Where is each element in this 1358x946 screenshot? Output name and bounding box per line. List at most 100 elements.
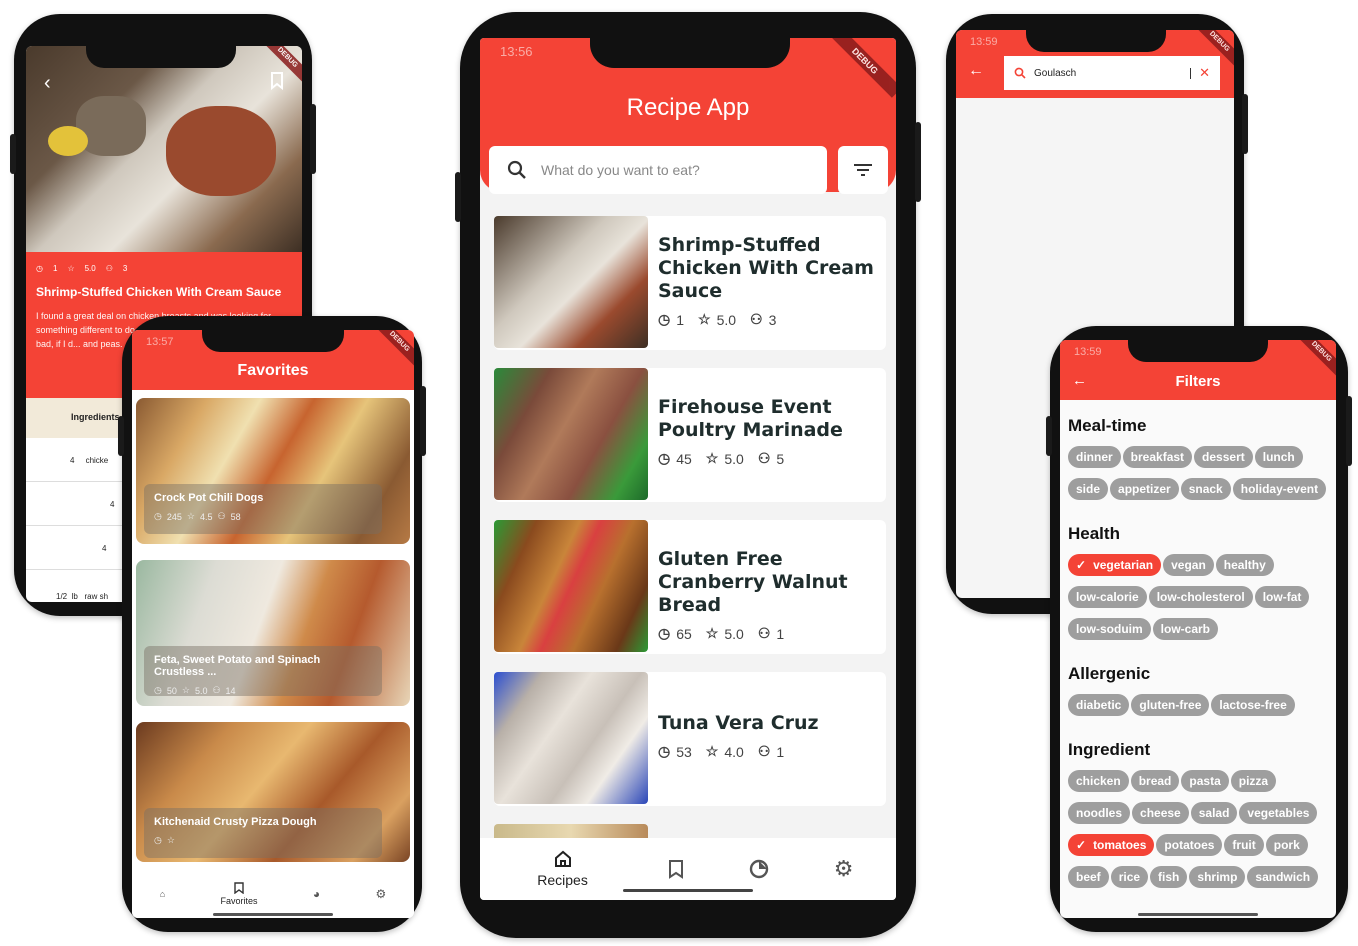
filter-chip[interactable]: low-soduim: [1068, 618, 1151, 640]
filter-button[interactable]: [838, 146, 888, 194]
chip-label: breakfast: [1130, 450, 1185, 464]
star-icon: ☆: [705, 450, 719, 466]
clear-icon[interactable]: ✕: [1199, 65, 1210, 81]
filter-chip[interactable]: diabetic: [1068, 694, 1130, 716]
filter-chip[interactable]: low-cholesterol: [1148, 586, 1253, 608]
servings-value: 1: [776, 625, 785, 642]
chip-label: cheese: [1140, 806, 1181, 820]
filter-chip[interactable]: low-carb: [1152, 618, 1219, 640]
filter-chip[interactable]: salad: [1190, 802, 1238, 824]
filter-chip[interactable]: dessert: [1194, 446, 1253, 468]
nav-recipes[interactable]: Recipes: [523, 850, 603, 888]
filter-chip[interactable]: dinner: [1068, 446, 1121, 468]
nav-bookmark-icon[interactable]: [668, 859, 684, 879]
rating-value: 5.0: [724, 625, 744, 642]
chip-label: vegan: [1171, 558, 1206, 572]
chip-label: salad: [1198, 806, 1230, 820]
filter-chip[interactable]: fruit: [1224, 834, 1264, 856]
clock-icon: ◷: [658, 450, 671, 466]
chip-label: appetizer: [1118, 482, 1171, 496]
filter-chip[interactable]: low-calorie: [1068, 586, 1147, 608]
chip-label: diabetic: [1076, 698, 1122, 712]
filter-chip[interactable]: pasta: [1181, 770, 1229, 792]
chip-group: diabetic gluten-free lactose-free: [1068, 694, 1330, 726]
filter-chip[interactable]: snack: [1180, 478, 1231, 500]
clock-icon: ◷: [154, 835, 162, 845]
search-input[interactable]: Goulasch: [1034, 67, 1192, 79]
chip-label: shrimp: [1197, 870, 1238, 884]
search-icon: [507, 160, 527, 180]
home-icon: [523, 850, 603, 868]
nav-settings-icon[interactable]: ⚙: [376, 887, 387, 901]
filter-chip[interactable]: noodles: [1068, 802, 1131, 824]
bookmark-icon: [221, 882, 258, 894]
favorite-card[interactable]: Crock Pot Chili Dogs ◷ 245 ☆ 4.5 ⚇ 58: [136, 398, 410, 544]
page-title: Favorites: [237, 362, 309, 379]
recipe-title: Shrimp-Stuffed Chicken With Cream Sauce: [658, 234, 874, 302]
filter-chip[interactable]: pizza: [1230, 770, 1277, 792]
filter-chip[interactable]: bread: [1130, 770, 1180, 792]
filter-chip[interactable]: vegetables: [1239, 802, 1318, 824]
filter-chip[interactable]: low-fat: [1254, 586, 1310, 608]
people-icon: ⚇: [212, 685, 221, 695]
filter-chip[interactable]: lunch: [1254, 446, 1303, 468]
chip-label: low-soduim: [1076, 622, 1143, 636]
filter-chip[interactable]: vegan: [1163, 554, 1214, 576]
servings-value: 1: [776, 743, 785, 760]
search-bar[interactable]: What do you want to eat?: [489, 146, 827, 194]
filter-chip[interactable]: holiday-event: [1232, 478, 1327, 500]
back-icon[interactable]: ‹: [44, 72, 51, 95]
filter-chip[interactable]: shrimp: [1189, 866, 1246, 888]
search-input[interactable]: What do you want to eat?: [541, 162, 700, 178]
filter-chip[interactable]: gluten-free: [1131, 694, 1210, 716]
search-field[interactable]: Goulasch ✕: [1004, 56, 1220, 90]
recipe-image: [494, 216, 648, 348]
filter-chip[interactable]: sandwich: [1247, 866, 1319, 888]
status-time: 13:59: [970, 36, 998, 48]
rating-value: 4.0: [724, 743, 744, 760]
nav-favorites[interactable]: Favorites: [221, 882, 258, 906]
search-icon: [1014, 67, 1026, 79]
phone-filters: 13:59 DEBUG ← Filters Meal-time dinner bre…: [1046, 326, 1352, 932]
nav-pie-icon[interactable]: [749, 859, 769, 879]
filter-chip[interactable]: pork: [1265, 834, 1308, 856]
recipe-hero-image: [26, 46, 302, 252]
star-icon: ☆: [705, 743, 719, 759]
recipe-image: [494, 672, 648, 804]
favorite-card[interactable]: Feta, Sweet Potato and Spinach Crustless…: [136, 560, 410, 706]
filter-chip[interactable]: chicken: [1068, 770, 1129, 792]
recipe-card[interactable]: Tuna Vera Cruz ◷ 53 ☆ 4.0 ⚇ 1: [494, 672, 886, 806]
filter-chip[interactable]: potatoes: [1156, 834, 1223, 856]
filter-chip[interactable]: beef: [1068, 866, 1109, 888]
filter-chip[interactable]: cheese: [1132, 802, 1189, 824]
bookmark-icon[interactable]: [270, 72, 284, 90]
filter-chip[interactable]: breakfast: [1122, 446, 1193, 468]
filter-section-title: Ingredient: [1068, 740, 1151, 759]
back-icon[interactable]: ←: [968, 62, 984, 80]
nav-pie-icon[interactable]: ◕: [313, 887, 320, 901]
clock-icon: ◷: [658, 625, 671, 641]
filter-chip[interactable]: fish: [1150, 866, 1188, 888]
servings-value: 14: [225, 685, 236, 696]
filter-chip[interactable]: healthy: [1215, 554, 1274, 576]
nav-home-icon[interactable]: ⌂: [160, 889, 165, 899]
phone-recipes: 13:56 DEBUG Recipe App What do you want …: [455, 12, 921, 938]
chip-label: potatoes: [1164, 838, 1215, 852]
people-icon: ⚇: [757, 743, 771, 759]
recipe-card[interactable]: Gluten Free Cranberry Walnut Bread ◷ 65 ☆ 5…: [494, 520, 886, 654]
filter-section-title: Allergenic: [1068, 664, 1151, 683]
filter-chip[interactable]: side: [1068, 478, 1109, 500]
star-icon: ☆: [67, 264, 75, 273]
recipe-card[interactable]: Shrimp-Stuffed Chicken With Cream Sauce …: [494, 216, 886, 350]
chip-label: bread: [1138, 774, 1172, 788]
filter-chip[interactable]: appetizer: [1110, 478, 1179, 500]
recipe-card[interactable]: Firehouse Event Poultry Marinade ◷ 45 ☆ 5.0…: [494, 368, 886, 502]
filter-chip[interactable]: ✓ vegetarian: [1068, 554, 1162, 576]
nav-settings-icon[interactable]: ⚙: [834, 856, 854, 882]
rating-value: 5.0: [84, 264, 96, 273]
filter-chip[interactable]: ✓ tomatoes: [1068, 834, 1155, 856]
filter-chip[interactable]: rice: [1110, 866, 1149, 888]
chip-label: tomatoes: [1093, 838, 1147, 852]
filter-chip[interactable]: lactose-free: [1211, 694, 1295, 716]
favorite-card[interactable]: Kitchenaid Crusty Pizza Dough ◷ ☆: [136, 722, 410, 862]
